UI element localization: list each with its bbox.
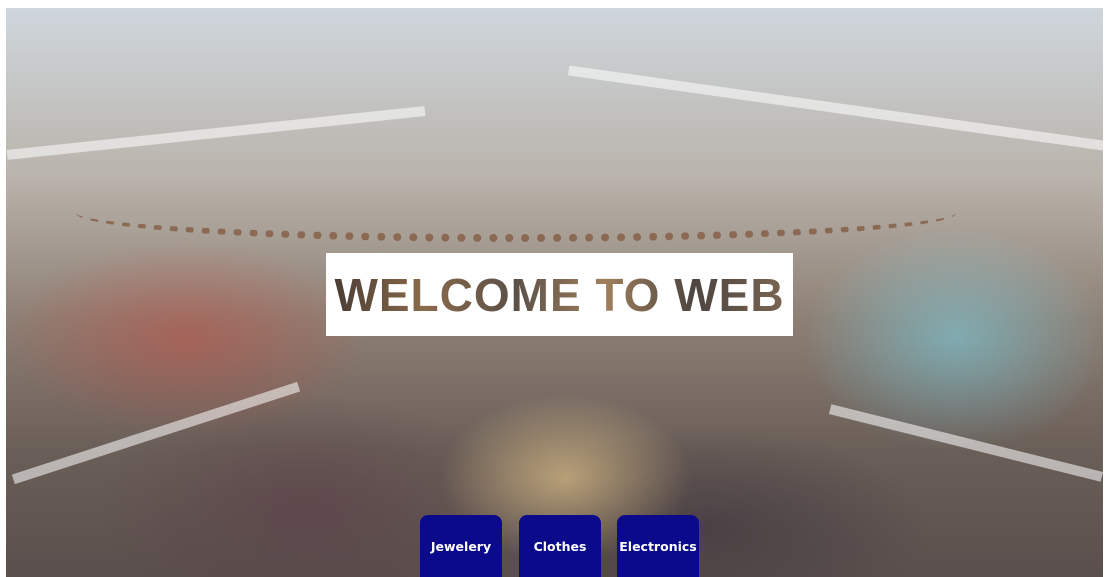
welcome-banner: WELCOME TO WEB (326, 253, 793, 336)
category-nav: Jewelery Clothes Electronics (0, 515, 1106, 577)
garland-decoration (76, 184, 956, 242)
page: WELCOME TO WEB Jewelery Clothes Electron… (0, 0, 1106, 577)
floor-band (567, 65, 1103, 151)
jewelery-button[interactable]: Jewelery (420, 515, 502, 577)
clothes-button[interactable]: Clothes (519, 515, 601, 577)
floor-band (6, 106, 426, 160)
floor-band (11, 381, 301, 485)
welcome-heading: WELCOME TO WEB (334, 268, 785, 321)
electronics-button[interactable]: Electronics (617, 515, 699, 577)
floor-band (828, 404, 1103, 482)
